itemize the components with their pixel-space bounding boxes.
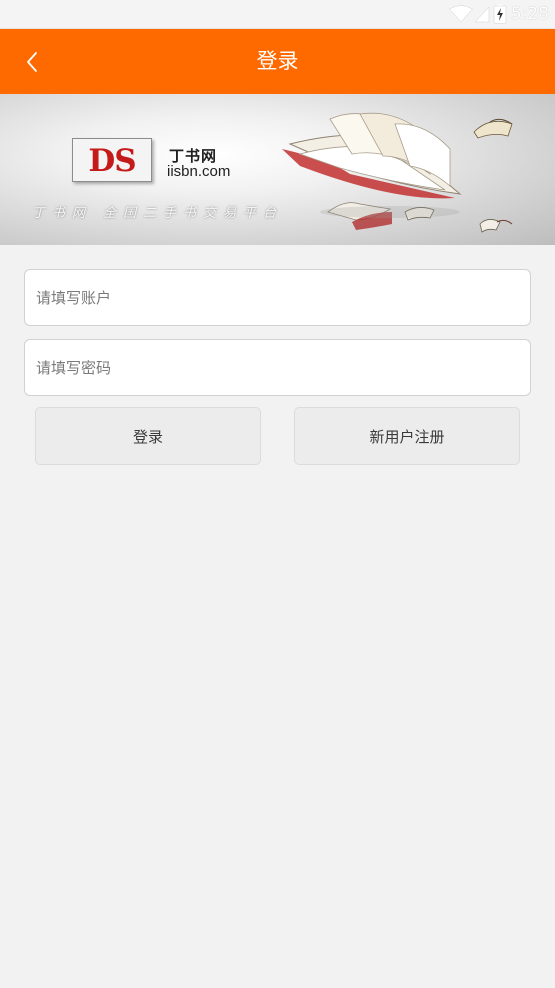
battery-charging-icon <box>493 4 507 24</box>
password-input[interactable] <box>24 339 531 396</box>
wifi-icon <box>448 5 473 23</box>
site-domain: iisbn.com <box>167 163 231 180</box>
login-button[interactable]: 登录 <box>35 407 261 465</box>
app-bar: 登录 <box>0 29 555 94</box>
register-button[interactable]: 新用户注册 <box>294 407 520 465</box>
page-title: 登录 <box>256 49 299 73</box>
status-bar: 5:28 <box>0 0 555 29</box>
logo-mark: DS <box>88 143 136 179</box>
banner-slogan: 丁书网 全国二手书交易平台 <box>32 206 284 221</box>
signal-icon <box>474 6 490 23</box>
account-input[interactable] <box>24 269 531 326</box>
back-button[interactable] <box>14 44 50 80</box>
status-icons: 5:28 <box>448 3 549 25</box>
status-time: 5:28 <box>510 4 549 24</box>
promo-banner: DS 丁书网 iisbn.com 丁书网 全国二手书交易平台 <box>0 94 555 245</box>
logo: DS <box>72 138 152 182</box>
login-screen: 5:28 登录 DS 丁书网 iisbn.com 丁书网 全国二手书交易平台 请… <box>0 0 555 988</box>
chevron-left-icon <box>27 52 37 72</box>
